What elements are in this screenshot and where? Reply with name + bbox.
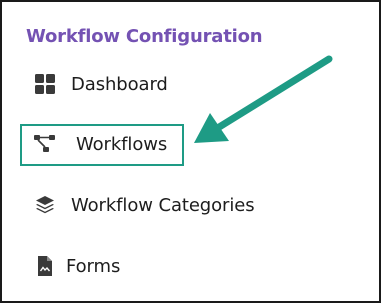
sidebar-panel: Workflow Configuration Dashboard Workflo… bbox=[0, 0, 381, 303]
sidebar-item-dashboard[interactable]: Dashboard bbox=[34, 73, 168, 95]
sidebar-item-workflow-categories[interactable]: Workflow Categories bbox=[34, 194, 255, 216]
sidebar-item-label: Workflow Categories bbox=[71, 194, 255, 216]
sidebar-item-forms[interactable]: Forms bbox=[34, 255, 120, 277]
sidebar-item-label: Workflows bbox=[76, 133, 168, 155]
section-title: Workflow Configuration bbox=[26, 26, 263, 47]
workflow-nodes-icon bbox=[34, 133, 56, 155]
sidebar-item-label: Forms bbox=[66, 255, 121, 277]
sidebar-item-workflows[interactable]: Workflows bbox=[34, 133, 167, 155]
sidebar-item-label: Dashboard bbox=[71, 73, 168, 95]
dashboard-grid-icon bbox=[34, 73, 56, 95]
layers-stack-icon bbox=[34, 194, 56, 216]
form-document-icon bbox=[34, 255, 56, 277]
